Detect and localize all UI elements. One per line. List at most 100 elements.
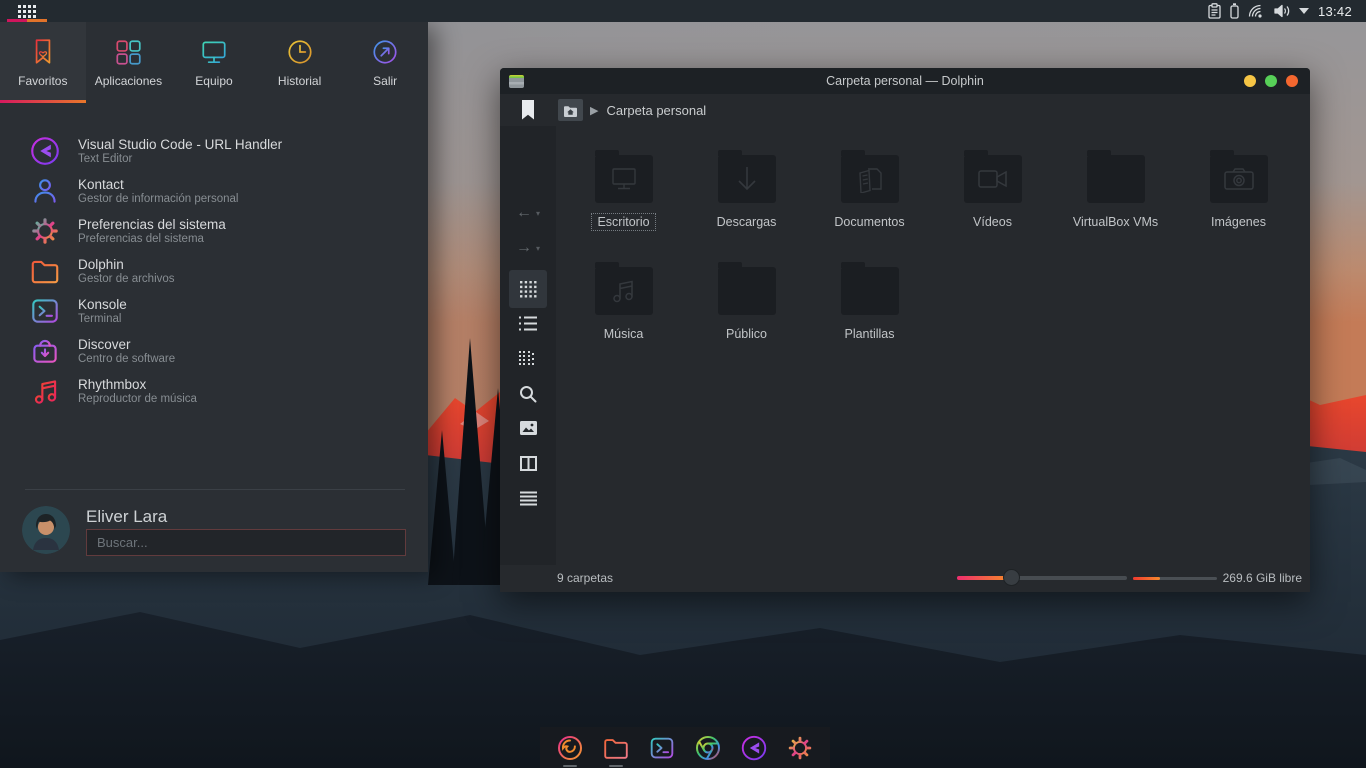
volume-icon[interactable] — [1274, 4, 1290, 18]
folder-label: Plantillas — [838, 325, 900, 343]
preview-icon[interactable] — [500, 421, 556, 435]
search-input[interactable] — [86, 529, 406, 556]
favorites-list: Visual Studio Code - URL Handler Text Ed… — [0, 103, 428, 411]
app-item-discover[interactable]: Discover Centro de software — [0, 331, 428, 371]
dock-item-file-manager[interactable] — [600, 727, 632, 768]
folder-icon — [601, 733, 631, 763]
folder-icon — [841, 155, 899, 203]
folder-label: Público — [720, 325, 773, 343]
dolphin-window: Carpeta personal — Dolphin ▶ Carpeta per… — [500, 68, 1310, 592]
music-note-icon — [28, 374, 62, 408]
back-button[interactable]: ←▾ — [500, 205, 556, 221]
free-space-bar — [1133, 577, 1217, 580]
window-titlebar[interactable]: Carpeta personal — Dolphin — [500, 68, 1310, 94]
folder-icon — [1210, 155, 1268, 203]
folder-item-videos[interactable]: Vídeos — [931, 152, 1054, 264]
running-indicator — [609, 765, 623, 767]
network-icon[interactable] — [1248, 4, 1265, 18]
folder-item-publico[interactable]: Público — [685, 264, 808, 376]
folder-icon — [595, 267, 653, 315]
terminal-icon — [647, 733, 677, 763]
folder-icon — [718, 267, 776, 315]
zoom-slider-handle[interactable] — [1003, 569, 1020, 586]
details-view-button[interactable] — [500, 351, 556, 367]
app-subtitle: Preferencias del sistema — [78, 232, 226, 246]
clock-icon — [285, 37, 315, 67]
split-view-button[interactable] — [500, 456, 556, 471]
home-folder-button[interactable] — [558, 99, 583, 121]
bookmark-heart-icon — [28, 37, 58, 67]
computer-icon — [199, 37, 229, 67]
tab-salir[interactable]: Salir — [342, 22, 428, 103]
zoom-slider-fill — [957, 576, 1005, 580]
folder-label: Documentos — [828, 213, 910, 231]
location-toolbar: ▶ Carpeta personal — [500, 94, 1310, 126]
zoom-slider[interactable] — [957, 576, 1127, 580]
system-tray: 13:42 — [1208, 0, 1366, 22]
menu-button[interactable] — [500, 491, 556, 506]
app-item-preferencias[interactable]: Preferencias del sistema Preferencias de… — [0, 211, 428, 251]
folder-item-virtualbox[interactable]: VirtualBox VMs — [1054, 152, 1177, 264]
folder-label: Imágenes — [1205, 213, 1272, 231]
folder-orange-icon — [28, 254, 62, 288]
app-item-rhythmbox[interactable]: Rhythmbox Reproductor de música — [0, 371, 428, 411]
dock-item-settings[interactable] — [784, 727, 816, 768]
clock[interactable]: 13:42 — [1318, 4, 1352, 19]
breadcrumb[interactable]: Carpeta personal — [606, 103, 706, 118]
minimize-button[interactable] — [1244, 75, 1256, 87]
avatar[interactable] — [22, 506, 70, 554]
tab-aplicaciones[interactable]: Aplicaciones — [86, 22, 172, 103]
tab-historial[interactable]: Historial — [257, 22, 343, 103]
app-title: Preferencias del sistema — [78, 217, 226, 232]
vscode-icon — [28, 134, 62, 168]
compact-view-button[interactable] — [500, 316, 556, 331]
folder-view: Escritorio Descargas Documentos — [562, 152, 1302, 376]
folder-item-documentos[interactable]: Documentos — [808, 152, 931, 264]
dock-item-chrome[interactable] — [692, 727, 724, 768]
dock-item-firefox[interactable] — [554, 727, 586, 768]
folder-item-descargas[interactable]: Descargas — [685, 152, 808, 264]
app-item-vscode[interactable]: Visual Studio Code - URL Handler Text Ed… — [0, 131, 428, 171]
app-item-dolphin[interactable]: Dolphin Gestor de archivos — [0, 251, 428, 291]
dock-item-vscode[interactable] — [738, 727, 770, 768]
close-button[interactable] — [1286, 75, 1298, 87]
folder-label: VirtualBox VMs — [1067, 213, 1164, 231]
app-item-konsole[interactable]: Konsole Terminal — [0, 291, 428, 331]
terminal-icon — [28, 294, 62, 328]
app-title: Rhythmbox — [78, 377, 197, 392]
folder-label: Descargas — [711, 213, 783, 231]
launcher-grid-icon — [18, 5, 36, 18]
vscode-icon — [739, 733, 769, 763]
app-item-kontact[interactable]: Kontact Gestor de información personal — [0, 171, 428, 211]
menu-tabs: Favoritos Aplicaciones Equipo — [0, 22, 428, 103]
search-icon[interactable] — [500, 385, 556, 403]
divider — [25, 489, 405, 490]
tab-equipo[interactable]: Equipo — [171, 22, 257, 103]
folder-item-escritorio[interactable]: Escritorio — [562, 152, 685, 264]
firefox-icon — [555, 733, 585, 763]
bookmark-icon[interactable] — [522, 100, 534, 120]
battery-icon[interactable] — [1230, 3, 1239, 19]
software-bag-icon — [28, 334, 62, 368]
clipboard-icon[interactable] — [1208, 3, 1221, 19]
folder-item-imagenes[interactable]: Imágenes — [1177, 152, 1300, 264]
tab-label: Favoritos — [18, 74, 67, 88]
folder-icon — [841, 267, 899, 315]
folder-icon — [1087, 155, 1145, 203]
forward-button[interactable]: →▾ — [500, 240, 556, 256]
icons-view-button[interactable] — [500, 281, 556, 298]
application-launcher-button[interactable] — [4, 0, 50, 22]
caret-down-icon[interactable] — [1299, 8, 1309, 14]
running-indicator — [563, 765, 577, 767]
maximize-button[interactable] — [1265, 75, 1277, 87]
folder-item-musica[interactable]: Música — [562, 264, 685, 376]
folder-label: Escritorio — [591, 213, 655, 231]
tab-label: Aplicaciones — [95, 74, 162, 88]
dock-item-terminal[interactable] — [646, 727, 678, 768]
app-title: Kontact — [78, 177, 238, 192]
app-subtitle: Centro de software — [78, 352, 175, 366]
app-subtitle: Gestor de información personal — [78, 192, 238, 206]
folder-item-plantillas[interactable]: Plantillas — [808, 264, 931, 376]
tab-favoritos[interactable]: Favoritos — [0, 22, 86, 103]
folder-icon — [718, 155, 776, 203]
